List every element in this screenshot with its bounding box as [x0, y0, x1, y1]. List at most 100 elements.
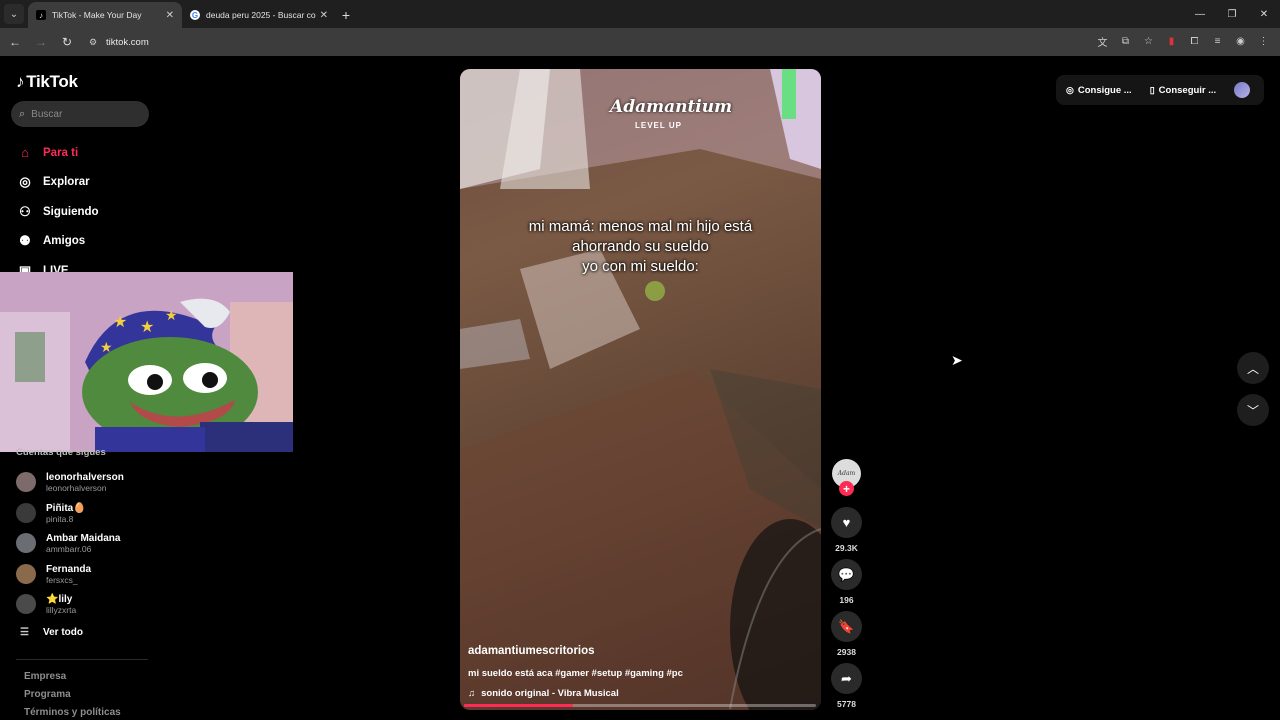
profile-icon[interactable]: ◉: [1232, 33, 1249, 50]
frog-wizard-image: ★ ★ ★ ★ ★: [0, 272, 293, 452]
tiktok-page: ♪ TikTok ⌕ Buscar ⌂ Para ti ◎ Explorar ⚇…: [0, 58, 1280, 720]
account-handle: fersxcs_: [46, 574, 78, 585]
get-app-button[interactable]: ▯ Conseguir ...: [1150, 85, 1217, 96]
next-video-button[interactable]: ﹀: [1237, 394, 1269, 426]
avatar: [16, 472, 36, 492]
menu-icon[interactable]: ⋮: [1255, 33, 1272, 50]
tab-title: deuda peru 2025 - Buscar con Google: [206, 10, 316, 20]
save-button[interactable]: 🔖: [831, 611, 862, 642]
chevron-down-icon: ﹀: [1246, 403, 1259, 418]
bookmark-star-icon[interactable]: ☆: [1140, 33, 1157, 50]
caption-line: mi mamá: menos mal mi hijo está: [528, 218, 753, 235]
tiktok-note-icon: ♪: [16, 72, 25, 91]
tab-google[interactable]: G deuda peru 2025 - Buscar con Google ✕: [182, 2, 336, 28]
forward-icon[interactable]: →: [30, 31, 52, 53]
nav-item-para-ti[interactable]: ⌂ Para ti: [16, 138, 99, 168]
tiktok-logo[interactable]: ♪ TikTok: [16, 72, 78, 92]
nav-label: Siguiendo: [43, 205, 99, 218]
top-right-actions: ◎ Consigue ... ▯ Conseguir ...: [1056, 75, 1264, 105]
account-handle: leonorhalverson: [46, 482, 107, 493]
heart-icon: ♥: [842, 515, 851, 530]
webcam-overlay: ★ ★ ★ ★ ★: [0, 272, 293, 452]
account-item[interactable]: Piñita🥚 pinita.8: [16, 499, 176, 527]
search-placeholder: Buscar: [31, 108, 63, 120]
mouse-cursor-icon: ➤: [951, 352, 963, 368]
caption-line: ahorrando su sueldo: [572, 238, 709, 255]
translate-icon[interactable]: 文: [1094, 33, 1111, 50]
get-coins-button[interactable]: ◎ Consigue ...: [1066, 85, 1132, 96]
account-handle: ammbarr.06: [46, 543, 92, 554]
like-count: 29.3K: [835, 543, 858, 553]
account-item[interactable]: ⭐lily lillyzxrta: [16, 590, 176, 618]
avatar: [16, 564, 36, 584]
svg-text:★: ★: [113, 314, 127, 331]
close-tab-icon[interactable]: ✕: [320, 10, 328, 21]
nav-item-explorar[interactable]: ◎ Explorar: [16, 168, 99, 198]
video-progress-bar[interactable]: [464, 704, 816, 707]
browser-toolbar: ← → ↻ ⚙ tiktok.com 文 ⧉ ☆ ▮ ⧠ ≡ ◉ ⋮: [0, 28, 1280, 56]
compass-icon: ◎: [19, 174, 31, 190]
home-icon: ⌂: [21, 145, 29, 161]
account-name: Piñita🥚: [46, 502, 86, 514]
footer-link-terminos[interactable]: Términos y políticas: [24, 707, 121, 718]
avatar: [16, 594, 36, 614]
video-author[interactable]: adamantiumescritorios: [468, 645, 595, 657]
install-app-icon[interactable]: ⧉: [1117, 33, 1134, 50]
browser-tab-bar: ⌄ ♪ TikTok - Make Your Day ✕ G deuda per…: [0, 0, 1280, 28]
account-handle: pinita.8: [46, 513, 74, 524]
back-icon[interactable]: ←: [4, 31, 26, 53]
previous-video-button[interactable]: ︿: [1237, 352, 1269, 384]
comment-button[interactable]: 💬: [831, 559, 862, 590]
media-controls-icon[interactable]: ≡: [1209, 33, 1226, 50]
url-text: tiktok.com: [106, 36, 149, 48]
close-tab-icon[interactable]: ✕: [166, 10, 174, 21]
footer-link-programa[interactable]: Programa: [24, 689, 71, 700]
extension-red-icon[interactable]: ▮: [1163, 33, 1180, 50]
share-button[interactable]: ➦: [831, 663, 862, 694]
bookmark-icon: 🔖: [838, 618, 855, 634]
sound-title: sonido original - Vibra Musical: [481, 688, 619, 699]
friends-icon: ⚉: [19, 233, 31, 249]
account-item[interactable]: Fernanda fersxcs_: [16, 560, 176, 588]
profile-avatar[interactable]: [1234, 82, 1250, 98]
caption-line: yo con mi sueldo:: [582, 258, 699, 275]
coin-icon: ◎: [1066, 84, 1074, 95]
video-progress-fill: [464, 704, 574, 707]
tab-tiktok[interactable]: ♪ TikTok - Make Your Day ✕: [28, 2, 182, 28]
nav-item-siguiendo[interactable]: ⚇ Siguiendo: [16, 197, 99, 227]
video-player[interactable]: Adamantium LEVEL UP mi mamá: menos mal m…: [460, 69, 821, 710]
comment-icon: 💬: [838, 566, 855, 582]
tab-search-button[interactable]: ⌄: [4, 4, 24, 24]
account-name: Fernanda: [46, 563, 92, 575]
tab-title: TikTok - Make Your Day: [52, 10, 142, 20]
share-count: 5778: [837, 699, 856, 709]
account-item[interactable]: Ambar Maidana ammbarr.06: [16, 529, 176, 557]
like-button[interactable]: ♥: [831, 507, 862, 538]
account-name: Ambar Maidana: [46, 532, 121, 544]
address-bar[interactable]: ⚙ tiktok.com: [80, 31, 1140, 53]
nav-label: Amigos: [43, 235, 86, 248]
account-item[interactable]: leonorhalverson leonorhalverson: [16, 468, 176, 496]
restore-icon[interactable]: ❐: [1216, 0, 1248, 28]
extensions-icon[interactable]: ⧠: [1186, 33, 1203, 50]
sidebar-nav: ⌂ Para ti ◎ Explorar ⚇ Siguiendo ⚉ Amigo…: [16, 138, 99, 286]
close-window-icon[interactable]: ✕: [1248, 0, 1280, 28]
comment-count: 196: [839, 595, 854, 605]
video-sound[interactable]: ♫ sonido original - Vibra Musical: [468, 688, 619, 699]
avatar: [16, 503, 36, 523]
view-all-button[interactable]: ☰ Ver todo: [20, 627, 83, 638]
footer-link-empresa[interactable]: Empresa: [24, 671, 66, 682]
search-input[interactable]: ⌕ Buscar: [11, 101, 149, 127]
logo-text: TikTok: [26, 72, 78, 91]
save-count: 2938: [837, 647, 856, 657]
reload-icon[interactable]: ↻: [56, 31, 78, 53]
new-tab-button[interactable]: +: [336, 2, 356, 28]
site-info-icon[interactable]: ⚙: [86, 35, 100, 49]
nav-item-amigos[interactable]: ⚉ Amigos: [16, 227, 99, 257]
video-description: mi sueldo está aca #gamer #setup #gaming…: [468, 668, 683, 679]
window-controls: — ❐ ✕: [1184, 0, 1280, 28]
svg-text:★: ★: [165, 307, 178, 323]
following-icon: ⚇: [19, 203, 31, 219]
follow-plus-button[interactable]: +: [839, 481, 854, 496]
minimize-icon[interactable]: —: [1184, 0, 1216, 28]
